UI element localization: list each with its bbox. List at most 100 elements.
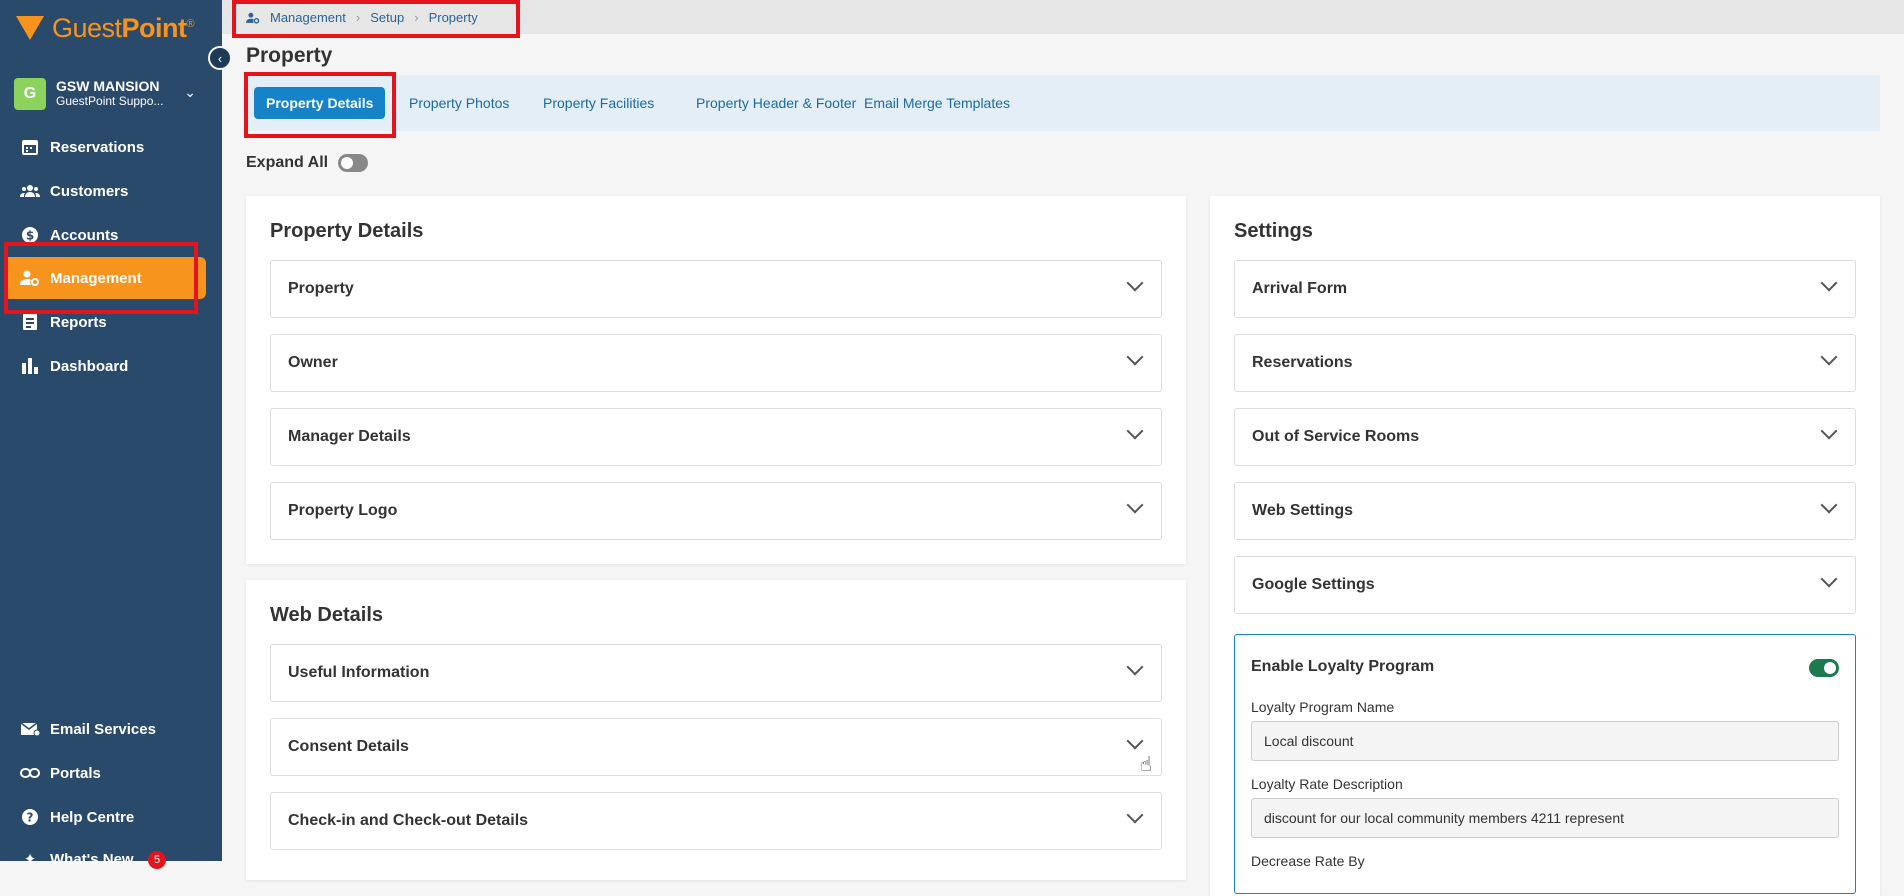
loyalty-desc-input[interactable] — [1251, 798, 1839, 838]
sidebar-item-customers[interactable]: Customers — [6, 170, 206, 212]
page-title: Property — [246, 44, 333, 67]
link-icon — [20, 763, 40, 783]
accordion-property[interactable]: Property — [270, 260, 1162, 318]
breadcrumb-setup[interactable]: Setup — [370, 10, 404, 25]
sidebar-item-label: Dashboard — [50, 357, 129, 375]
dollar-icon: $ — [20, 225, 40, 245]
breadcrumb-property: Property — [428, 10, 478, 25]
accordion-arrival-form[interactable]: Arrival Form — [1234, 260, 1856, 318]
accordion-label: Consent Details — [288, 738, 409, 755]
accordion-label: Check-in and Check-out Details — [288, 812, 529, 829]
sidebar-item-reports[interactable]: Reports — [6, 301, 206, 343]
guestpoint-logo[interactable]: GuestPoint® — [16, 10, 195, 46]
email-icon — [20, 719, 40, 739]
chevron-down-icon — [1126, 348, 1144, 366]
sparkle-icon: ✦ — [23, 851, 37, 868]
accordion-label: Useful Information — [288, 664, 430, 681]
calendar-icon — [20, 137, 40, 157]
tab-email-merge-templates[interactable]: Email Merge Templates — [852, 87, 1022, 119]
property-details-card: Property Details Property Owner Manager … — [246, 196, 1186, 564]
svg-text:$: $ — [26, 229, 34, 243]
chevron-down-icon — [1126, 274, 1144, 292]
settings-card: Settings Arrival Form Reservations Out o… — [1210, 196, 1880, 896]
bar-chart-icon — [20, 356, 40, 376]
accordion-consent-details[interactable]: Consent Details — [270, 718, 1162, 776]
whats-new-badge: 5 — [148, 851, 166, 869]
accordion-web-settings[interactable]: Web Settings — [1234, 482, 1856, 540]
chevron-down-icon — [1820, 570, 1838, 588]
sidebar-item-label: Management — [50, 269, 142, 287]
breadcrumb-separator: › — [414, 10, 419, 25]
card-title: Settings — [1234, 220, 1313, 242]
loyalty-title: Enable Loyalty Program — [1251, 658, 1435, 675]
loyalty-name-input[interactable] — [1251, 721, 1839, 761]
accordion-reservations[interactable]: Reservations — [1234, 334, 1856, 392]
accordion-property-logo[interactable]: Property Logo — [270, 482, 1162, 540]
chevron-down-icon — [1126, 496, 1144, 514]
sidebar-item-whats-new[interactable]: ✦ What's New — [6, 838, 206, 880]
user-gear-icon — [20, 268, 40, 288]
chevron-down-icon — [1820, 274, 1838, 292]
accordion-out-of-service-rooms[interactable]: Out of Service Rooms — [1234, 408, 1856, 466]
accordion-label: Property — [288, 280, 354, 297]
loyalty-name-label: Loyalty Program Name — [1251, 699, 1395, 715]
sidebar-item-help-centre[interactable]: ? Help Centre — [6, 796, 206, 838]
decrease-rate-label: Decrease Rate By — [1251, 853, 1365, 869]
tab-property-photos[interactable]: Property Photos — [397, 87, 521, 119]
accordion-label: Property Logo — [288, 502, 398, 519]
accordion-manager-details[interactable]: Manager Details — [270, 408, 1162, 466]
accordion-label: Out of Service Rooms — [1252, 428, 1420, 445]
tab-property-header-footer[interactable]: Property Header & Footer — [684, 87, 868, 119]
sidebar-item-label: Accounts — [50, 226, 119, 244]
accordion-check-in-check-out[interactable]: Check-in and Check-out Details — [270, 792, 1162, 850]
collapse-sidebar-button[interactable]: ‹ — [208, 46, 232, 70]
chevron-down-icon — [1126, 422, 1144, 440]
sidebar-item-label: Customers — [50, 182, 129, 200]
loyalty-toggle[interactable] — [1809, 659, 1839, 677]
logo-registered-mark: ® — [186, 17, 195, 30]
tab-property-details[interactable]: Property Details — [254, 87, 386, 119]
svg-text:?: ? — [27, 811, 34, 825]
accordion-label: Owner — [288, 354, 338, 371]
chevron-down-icon — [1126, 806, 1144, 824]
chevron-down-icon — [1820, 496, 1838, 514]
accordion-label: Web Settings — [1252, 502, 1354, 519]
report-icon — [20, 312, 40, 332]
property-subtitle: GuestPoint Suppo... — [56, 94, 164, 108]
sidebar-item-label: Reports — [50, 313, 107, 331]
user-gear-icon — [246, 12, 260, 24]
property-switcher[interactable]: G GSW MANSION GuestPoint Suppo... ⌄ — [14, 74, 204, 114]
accordion-label: Arrival Form — [1252, 280, 1348, 297]
accordion-useful-information[interactable]: Useful Information — [270, 644, 1162, 702]
accordion-owner[interactable]: Owner — [270, 334, 1162, 392]
sidebar-item-reservations[interactable]: Reservations — [6, 126, 206, 168]
web-details-card: Web Details Useful Information Consent D… — [246, 580, 1186, 880]
sidebar: GuestPoint® G GSW MANSION GuestPoint Sup… — [0, 0, 222, 869]
sidebar-item-label: Reservations — [50, 138, 145, 156]
chevron-down-icon — [1820, 348, 1838, 366]
breadcrumb-separator: › — [355, 10, 361, 25]
accordion-label: Manager Details — [288, 428, 411, 445]
chevron-down-icon: ⌄ — [184, 84, 196, 100]
sidebar-item-portals[interactable]: Portals — [6, 752, 206, 794]
accordion-google-settings[interactable]: Google Settings — [1234, 556, 1856, 614]
chevron-down-icon — [1126, 732, 1144, 750]
loyalty-desc-label: Loyalty Rate Description — [1251, 776, 1403, 792]
sidebar-item-management[interactable]: Management — [6, 257, 206, 299]
sidebar-item-accounts[interactable]: $ Accounts — [6, 214, 206, 256]
hand-cursor-icon: ☝ — [1140, 754, 1153, 776]
expand-all-toggle[interactable] — [338, 154, 369, 172]
users-icon — [20, 181, 40, 201]
sidebar-item-label: Portals — [50, 764, 101, 782]
breadcrumb-management[interactable]: Management — [270, 10, 346, 25]
sidebar-item-dashboard[interactable]: Dashboard — [6, 345, 206, 387]
tab-property-facilities[interactable]: Property Facilities — [531, 87, 666, 119]
logo-text-b: Point — [121, 12, 188, 43]
breadcrumb: Management › Setup › Property — [246, 10, 478, 25]
card-title: Web Details — [270, 604, 383, 626]
expand-all-label: Expand All — [246, 154, 329, 171]
sidebar-item-email-services[interactable]: Email Services — [6, 708, 206, 750]
accordion-label: Google Settings — [1252, 576, 1375, 593]
avatar: G — [14, 78, 46, 110]
tabs-bar: Property Details Property Photos Propert… — [246, 75, 1880, 131]
